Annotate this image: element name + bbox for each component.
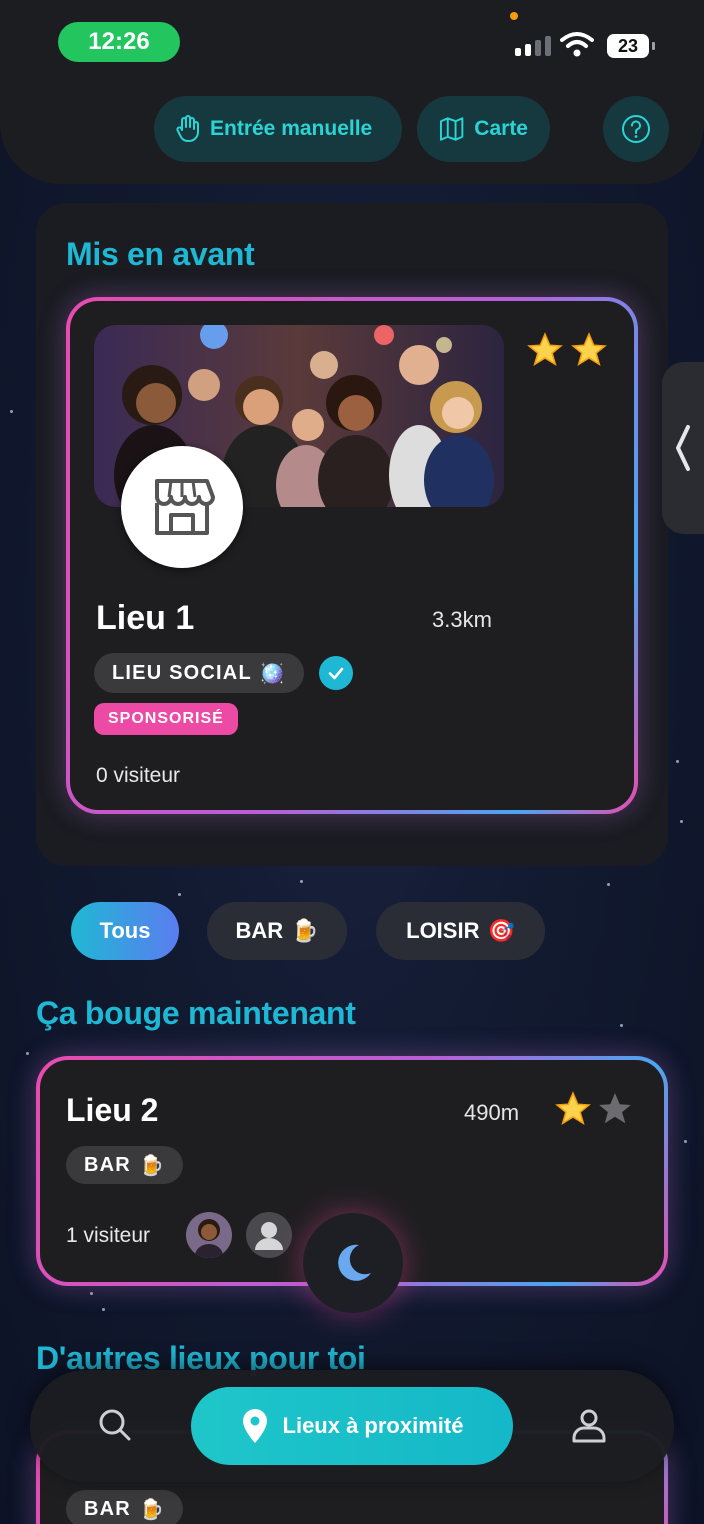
search-icon[interactable] xyxy=(96,1406,134,1444)
background-star xyxy=(607,883,610,886)
question-icon xyxy=(622,115,650,143)
chevron-left-icon xyxy=(676,425,690,471)
rating-stars xyxy=(526,331,608,369)
map-label: Carte xyxy=(474,117,528,140)
status-time: 12:26 xyxy=(58,22,180,62)
background-star xyxy=(680,820,683,823)
hand-icon xyxy=(176,115,199,143)
background-star xyxy=(10,410,13,413)
visitor-count: 1 visiteur xyxy=(66,1224,151,1247)
star-filled-icon xyxy=(527,332,563,366)
beer-icon: 🍺 xyxy=(138,1498,166,1521)
background-star xyxy=(102,1308,105,1311)
filter-loisir[interactable]: LOISIR 🎯 xyxy=(376,902,545,960)
category-chip: LIEU SOCIAL 🪩 xyxy=(94,653,304,693)
category-chip: BAR 🍺 xyxy=(66,1146,184,1184)
venue-distance: 3.3km xyxy=(432,607,492,632)
battery-indicator: 23 xyxy=(607,34,655,58)
background-star xyxy=(300,880,303,883)
visitor-count: 0 visiteur xyxy=(96,764,181,787)
visitor-avatar-placeholder xyxy=(246,1212,292,1258)
disco-ball-icon: 🪩 xyxy=(259,662,286,685)
background-star xyxy=(178,893,181,896)
map-icon xyxy=(439,117,464,141)
category-label: BAR xyxy=(84,1497,131,1520)
filter-bar-label: BAR xyxy=(235,918,284,943)
profile-icon[interactable] xyxy=(570,1406,608,1444)
category-chip: BAR 🍺 xyxy=(66,1490,184,1524)
privacy-indicator xyxy=(510,12,518,20)
star-filled-icon xyxy=(555,1091,591,1125)
visitor-avatar xyxy=(186,1212,232,1258)
nearby-places-button[interactable]: Lieux à proximité xyxy=(191,1387,513,1465)
now-section-title: Ça bouge maintenant xyxy=(36,995,356,1031)
beer-icon: 🍺 xyxy=(291,918,319,943)
venue-name: Lieu 1 xyxy=(96,599,195,637)
category-label: BAR xyxy=(84,1153,131,1176)
nearby-places-label: Lieux à proximité xyxy=(282,1413,464,1438)
filter-tous-label: Tous xyxy=(99,918,151,943)
filter-tous[interactable]: Tous xyxy=(71,902,179,960)
background-star xyxy=(620,1024,623,1027)
rating-stars xyxy=(554,1090,634,1128)
help-button[interactable] xyxy=(603,96,669,162)
battery-level: 23 xyxy=(617,35,639,56)
night-mode-button[interactable] xyxy=(303,1213,403,1313)
venue-name: Lieu 2 xyxy=(66,1092,159,1128)
cellular-signal-icon xyxy=(515,36,551,56)
manual-entry-label: Entrée manuelle xyxy=(210,117,373,140)
side-drawer-handle[interactable] xyxy=(662,362,704,534)
location-pin-icon xyxy=(242,1409,267,1443)
verified-check-icon xyxy=(319,656,353,690)
featured-title: Mis en avant xyxy=(66,236,255,272)
background-star xyxy=(26,1052,29,1055)
wifi-icon xyxy=(560,32,594,57)
bottom-navigation: Lieux à proximité xyxy=(30,1370,674,1482)
background-star xyxy=(676,760,679,763)
moon-icon xyxy=(338,1244,371,1281)
user-icon xyxy=(255,1222,283,1250)
dart-target-icon: 🎯 xyxy=(487,918,515,943)
filter-bar[interactable]: BAR 🍺 xyxy=(207,902,347,960)
beer-icon: 🍺 xyxy=(138,1154,166,1177)
background-star xyxy=(684,1140,687,1143)
featured-venue-card[interactable]: Lieu 1 3.3km LIEU SOCIAL 🪩 SPONSORISÉ 0 … xyxy=(66,297,638,814)
map-button[interactable]: Carte xyxy=(417,96,550,162)
background-star xyxy=(90,1292,93,1295)
star-filled-icon xyxy=(571,332,607,366)
venue-distance: 490m xyxy=(464,1100,520,1125)
category-label: LIEU SOCIAL xyxy=(112,661,252,684)
star-empty-icon xyxy=(599,1093,631,1124)
manual-entry-button[interactable]: Entrée manuelle xyxy=(154,96,402,162)
filter-loisir-label: LOISIR xyxy=(406,918,480,943)
top-header: 12:26 23 Entrée manuelle Carte xyxy=(0,0,704,184)
store-icon xyxy=(121,446,243,568)
sponsored-badge: SPONSORISÉ xyxy=(94,703,238,735)
